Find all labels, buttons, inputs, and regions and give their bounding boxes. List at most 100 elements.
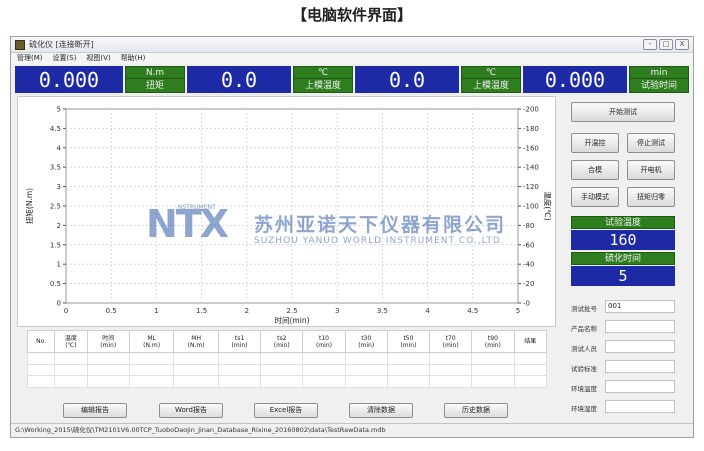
table-cell xyxy=(471,375,515,388)
x-tick-label: 4 xyxy=(425,307,430,315)
torque-unit-box: N.m 扭矩 xyxy=(125,66,185,93)
torque-unit: N.m xyxy=(125,66,185,79)
table-header-cell: ts1 (min) xyxy=(217,330,262,353)
start-test-button[interactable]: 开始测试 xyxy=(571,102,675,122)
table-cell xyxy=(86,352,130,365)
stop-test-button[interactable]: 停止测试 xyxy=(627,133,675,153)
table-cell xyxy=(386,375,431,388)
tester-field[interactable] xyxy=(605,340,675,353)
table-cell xyxy=(471,363,515,377)
temp-control-button[interactable]: 开温控 xyxy=(571,133,619,153)
mold-temp-unit-2: ℃ xyxy=(461,66,521,79)
product-name-field[interactable] xyxy=(605,320,675,333)
upper-mold-temp-readout: 0.0 xyxy=(187,66,291,93)
table-header-cell: t70 (min) xyxy=(429,330,473,353)
table-cell xyxy=(54,375,88,388)
manual-mode-button[interactable]: 手动模式 xyxy=(571,187,619,207)
table-header-cell: 时间 (min) xyxy=(86,330,130,353)
excel-report-button[interactable]: Excel报告 xyxy=(254,403,318,418)
ambient-temp-field[interactable] xyxy=(605,380,675,393)
torque-zero-button[interactable]: 扭矩归零 xyxy=(627,187,675,207)
y-tick-label: 1.5 xyxy=(50,241,61,249)
product-name-label: 产品名称 xyxy=(571,325,597,333)
table-cell xyxy=(128,352,175,365)
y2-tick-label: -20 xyxy=(523,280,534,288)
word-report-button[interactable]: Word报告 xyxy=(159,403,223,418)
test-temperature-label: 试验温度 xyxy=(571,216,675,229)
menu-manage[interactable]: 管理(M) xyxy=(17,53,43,64)
table-header-cell: 温度 (℃) xyxy=(54,330,88,353)
cure-time-value[interactable]: 5 xyxy=(571,266,675,286)
y-tick-label: 2.5 xyxy=(50,203,61,211)
watermark-company-en: SUZHOU YANUO WORLD INSTRUMENT CO.,LTD. xyxy=(254,236,505,246)
table-cell xyxy=(86,375,130,388)
y2-tick-label: -140 xyxy=(523,164,539,172)
mold-temp-label-2: 上模温度 xyxy=(461,79,521,93)
x-tick-label: 3.5 xyxy=(377,307,388,315)
x-tick-label: 2.5 xyxy=(286,307,297,315)
test-standard-label: 试验标准 xyxy=(571,365,597,373)
menu-bar: 管理(M) 设置(S) 视图(V) 帮助(H) xyxy=(11,53,693,64)
close-button[interactable]: X xyxy=(675,39,689,50)
table-cell xyxy=(344,352,388,365)
table-cell xyxy=(86,363,130,377)
x-tick-label: 2 xyxy=(245,307,249,315)
minimize-button[interactable]: - xyxy=(643,39,657,50)
close-mold-button[interactable]: 合模 xyxy=(571,160,619,180)
table-row[interactable] xyxy=(26,363,548,377)
table-cell xyxy=(54,352,88,365)
table-row[interactable] xyxy=(26,375,548,388)
upper-mold-temp-unit: ℃ xyxy=(293,66,353,79)
table-cell xyxy=(217,375,262,388)
menu-view[interactable]: 视图(V) xyxy=(86,53,110,64)
ambient-humidity-field[interactable] xyxy=(605,400,675,413)
x-tick-label: 5 xyxy=(516,307,520,315)
watermark-logo-small: NSTRUMENT xyxy=(178,204,216,211)
y2-tick-label: -0 xyxy=(523,300,530,308)
y-tick-label: 4 xyxy=(57,144,62,152)
table-cell xyxy=(513,363,548,377)
maximize-button[interactable]: □ xyxy=(659,39,673,50)
table-cell xyxy=(173,363,219,377)
test-temperature-value[interactable]: 160 xyxy=(571,230,675,250)
table-cell xyxy=(173,375,219,388)
edit-report-button[interactable]: 编辑报告 xyxy=(63,403,127,418)
table-cell xyxy=(173,352,219,365)
y-tick-label: 1 xyxy=(57,261,61,269)
clear-data-button[interactable]: 清除数据 xyxy=(349,403,413,418)
table-cell xyxy=(471,352,515,365)
test-standard-field[interactable] xyxy=(605,360,675,373)
table-cell xyxy=(128,363,175,377)
y-tick-label: 3 xyxy=(57,183,61,191)
y-tick-label: 4.5 xyxy=(50,125,61,133)
upper-mold-temp-label: 上模温度 xyxy=(293,79,353,93)
page-heading: 【电脑软件界面】 xyxy=(291,6,412,24)
company-watermark: NTX NSTRUMENT 苏州亚诺天下仪器有限公司 SUZHOU YANUO … xyxy=(146,202,566,250)
x-tick-label: 1 xyxy=(154,307,158,315)
start-motor-button[interactable]: 开电机 xyxy=(627,160,675,180)
table-cell xyxy=(26,363,56,377)
table-cell xyxy=(429,352,473,365)
window-title: 硫化仪 [连接断开] xyxy=(29,40,94,49)
menu-help[interactable]: 帮助(H) xyxy=(121,53,146,64)
upper-mold-temp-unit-box: ℃ 上模温度 xyxy=(293,66,353,93)
title-bar: 硫化仪 [连接断开] - □ X xyxy=(11,37,693,53)
history-data-button[interactable]: 历史数据 xyxy=(444,403,508,418)
table-header-cell: ts2 (min) xyxy=(260,330,304,353)
batch-number-label: 测试批号 xyxy=(571,305,597,313)
mold-temp-readout-2: 0.0 xyxy=(355,66,459,93)
table-cell xyxy=(26,352,56,365)
table-header-cell: MH (N.m) xyxy=(173,330,219,353)
batch-number-field[interactable]: 001 xyxy=(605,300,675,313)
table-cell xyxy=(128,375,175,388)
table-cell xyxy=(302,352,346,365)
table-cell xyxy=(260,352,304,365)
table-cell xyxy=(386,352,431,365)
table-row[interactable] xyxy=(26,352,548,365)
menu-settings[interactable]: 设置(S) xyxy=(53,53,77,64)
ambient-temp-label: 环境温度 xyxy=(571,385,597,393)
x-tick-label: 4.5 xyxy=(467,307,478,315)
table-header-cell: No. xyxy=(26,330,56,353)
table-cell xyxy=(260,375,304,388)
status-bar-path: G:\Working_2015\硫化仪\TM2101V6.00TCP_Tuobo… xyxy=(11,423,693,437)
